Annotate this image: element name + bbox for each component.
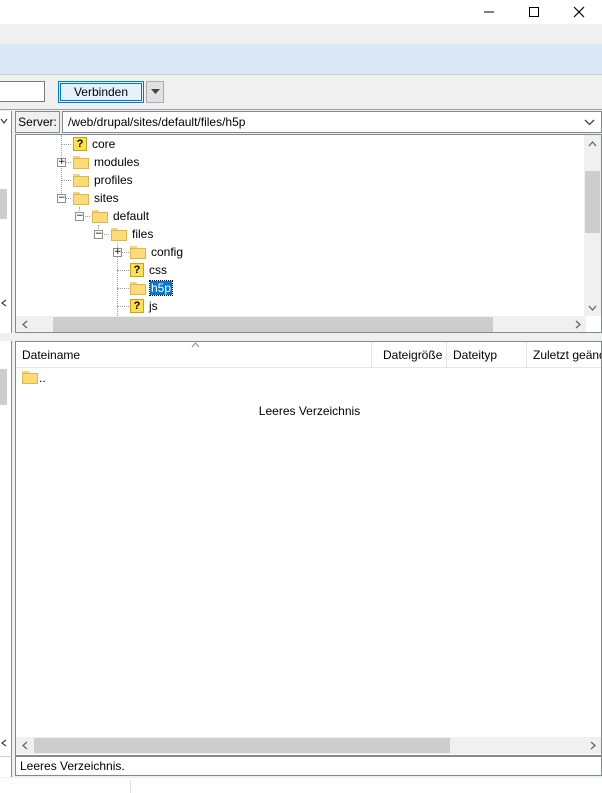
file-list-header: Dateiname Dateigröße Dateityp Zuletzt ge… <box>16 342 601 368</box>
maximize-icon <box>529 7 539 17</box>
tree-guide-line <box>61 180 71 182</box>
tree-item-sites[interactable]: sites <box>73 189 120 207</box>
question-folder-icon: ? <box>130 263 144 277</box>
tree-item-core[interactable]: ? core <box>73 135 116 153</box>
close-icon <box>573 6 585 18</box>
title-bar <box>0 0 602 24</box>
tree-guide-line <box>83 216 90 218</box>
tree-horizontal-scrollbar[interactable] <box>16 316 586 332</box>
folder-icon <box>73 155 89 169</box>
local-tree-scrollbar-thumb[interactable] <box>0 189 7 219</box>
folder-icon <box>73 191 89 205</box>
quickconnect-history-dropdown[interactable] <box>146 81 164 103</box>
column-header-last-modified[interactable]: Zuletzt geänd <box>527 342 601 367</box>
connect-button-label: Verbinden <box>73 85 129 99</box>
status-text: Leeres Verzeichnis. <box>20 759 125 773</box>
close-button[interactable] <box>556 0 602 24</box>
remote-path-combobox[interactable]: /web/drupal/sites/default/files/h5p <box>62 111 602 133</box>
server-label: Server: <box>15 111 60 133</box>
remote-directory-tree[interactable]: + − − − + ? core modules profiles sites … <box>15 134 602 333</box>
tree-guide-line <box>61 144 71 146</box>
list-item-label: .. <box>39 371 46 385</box>
column-header-filetype[interactable]: Dateityp <box>447 342 527 367</box>
list-item-parent-directory[interactable]: .. <box>16 368 601 388</box>
toolbar-strip <box>0 44 602 74</box>
empty-directory-message: Leeres Verzeichnis <box>258 404 361 418</box>
expand-toggle[interactable]: + <box>57 158 66 167</box>
tree-vertical-scrollbar[interactable] <box>584 135 601 316</box>
remote-file-list[interactable]: Dateiname Dateigröße Dateityp Zuletzt ge… <box>15 341 602 756</box>
folder-icon <box>22 371 38 385</box>
tree-item-h5p[interactable]: h5p <box>130 279 174 297</box>
tree-item-label: core <box>92 137 116 151</box>
divider <box>0 109 602 110</box>
question-folder-icon: ? <box>130 299 144 313</box>
chevron-left-icon[interactable] <box>16 316 33 332</box>
maximize-button[interactable] <box>511 0 557 24</box>
tree-item-label: sites <box>94 191 119 205</box>
tree-horizontal-scrollbar-thumb[interactable] <box>53 317 493 332</box>
minimize-icon <box>484 11 494 13</box>
tree-item-js[interactable]: ? js <box>130 297 159 315</box>
tree-item-label: config <box>151 245 183 259</box>
tree-guide-line <box>102 234 109 236</box>
local-tree-pane[interactable] <box>0 111 12 333</box>
collapse-toggle[interactable]: − <box>94 230 103 239</box>
local-list-scrollbar-thumb[interactable] <box>0 369 7 405</box>
folder-icon <box>73 173 89 187</box>
chevron-down-icon[interactable] <box>584 116 595 128</box>
chevron-left-icon[interactable] <box>0 299 8 307</box>
column-header-filesize[interactable]: Dateigröße <box>377 342 447 367</box>
chevron-right-icon[interactable] <box>584 737 601 754</box>
folder-icon <box>130 281 146 295</box>
collapse-toggle[interactable]: − <box>57 194 66 203</box>
chevron-left-icon[interactable] <box>0 739 8 747</box>
local-status-bar <box>0 756 12 777</box>
tree-item-label: profiles <box>94 173 133 187</box>
quickconnect-port-input[interactable] <box>0 81 45 102</box>
folder-icon <box>130 245 146 259</box>
tree-item-config[interactable]: config <box>130 243 183 261</box>
tree-item-label: css <box>149 263 167 277</box>
remote-path-row: Server: /web/drupal/sites/default/files/… <box>15 111 602 133</box>
collapse-toggle[interactable]: − <box>75 212 84 221</box>
chevron-right-icon[interactable] <box>569 316 586 332</box>
tree-guide-line <box>117 306 129 308</box>
chevron-down-icon <box>0 118 8 124</box>
tree-vertical-scrollbar-thumb[interactable] <box>585 171 600 233</box>
chevron-down-icon[interactable] <box>584 299 601 316</box>
remote-path-value: /web/drupal/sites/default/files/h5p <box>68 115 246 129</box>
tree-item-profiles[interactable]: profiles <box>73 171 134 189</box>
list-horizontal-scrollbar-thumb[interactable] <box>34 738 450 753</box>
expand-toggle[interactable]: + <box>113 248 122 257</box>
tree-item-modules[interactable]: modules <box>73 153 140 171</box>
tree-guide-line <box>122 252 129 254</box>
divider <box>0 74 602 75</box>
tree-item-label: files <box>132 227 154 241</box>
minimize-button[interactable] <box>466 0 512 24</box>
transfer-queue-strip <box>0 778 602 793</box>
tree-item-label: default <box>113 209 150 223</box>
tree-item-default[interactable]: default <box>92 207 150 225</box>
remote-status-bar: Leeres Verzeichnis. <box>15 756 602 776</box>
list-horizontal-scrollbar[interactable] <box>16 737 601 754</box>
tree-item-css[interactable]: ? css <box>130 261 168 279</box>
question-folder-icon: ? <box>73 137 87 151</box>
folder-icon <box>111 227 127 241</box>
local-file-list-pane[interactable] <box>0 341 12 756</box>
sort-ascending-icon <box>191 342 200 348</box>
tree-guide-line <box>117 270 129 272</box>
divider <box>130 780 131 793</box>
tree-item-label: js <box>149 299 158 313</box>
chevron-left-icon[interactable] <box>16 737 33 754</box>
tree-guide-line <box>117 288 129 290</box>
chevron-down-icon <box>150 89 160 94</box>
connect-button[interactable]: Verbinden <box>58 81 144 103</box>
tree-item-files[interactable]: files <box>111 225 154 243</box>
tree-item-label-selected: h5p <box>148 280 174 296</box>
folder-icon <box>92 209 108 223</box>
tree-item-label: modules <box>94 155 140 169</box>
chevron-up-icon[interactable] <box>584 135 601 152</box>
